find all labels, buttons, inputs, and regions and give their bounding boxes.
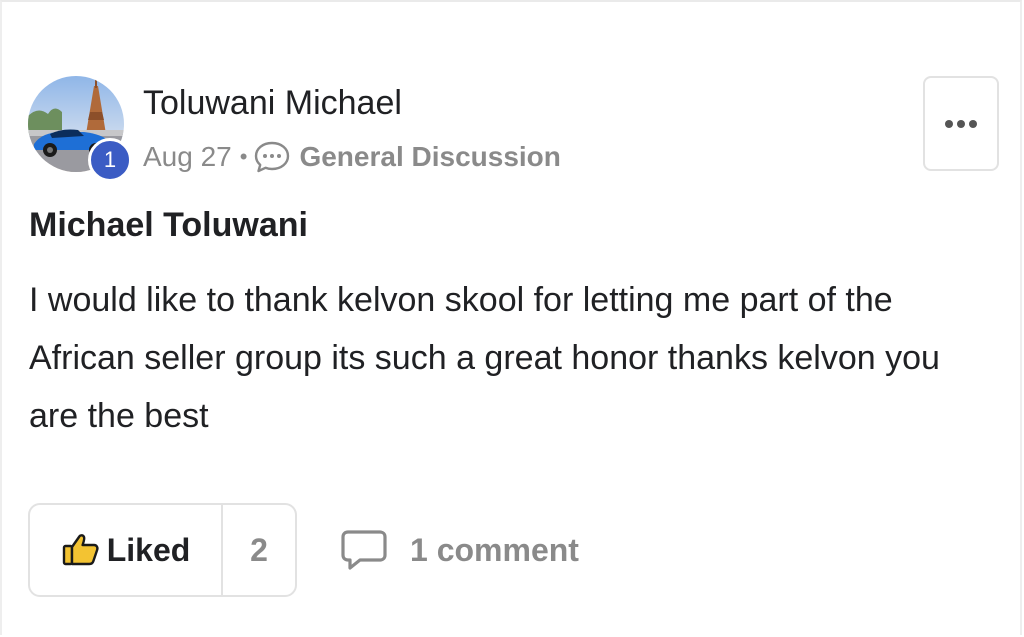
- thumbs-up-icon: [62, 534, 99, 566]
- post-category[interactable]: General Discussion: [299, 141, 560, 173]
- chat-bubble-icon: [255, 141, 290, 173]
- post-title[interactable]: Michael Toluwani: [29, 206, 308, 245]
- like-button[interactable]: Liked: [30, 505, 223, 595]
- author-name[interactable]: Toluwani Michael: [143, 84, 402, 123]
- level-badge: 1: [88, 138, 132, 182]
- comment-bubble-icon: [341, 530, 387, 570]
- post-body: I would like to thank kelvon skool for l…: [29, 281, 940, 435]
- like-label: Liked: [106, 531, 191, 568]
- comment-button[interactable]: 1 comment: [340, 524, 579, 576]
- post-card: 1 Toluwani Michael Aug 27 • General Disc…: [0, 0, 1022, 635]
- meta-separator: •: [239, 144, 248, 169]
- comment-count-label: 1 comment: [410, 531, 579, 568]
- like-count[interactable]: 2: [223, 505, 295, 595]
- more-options-button[interactable]: [923, 76, 999, 171]
- post-date[interactable]: Aug 27: [143, 141, 232, 173]
- like-group: Liked 2: [28, 503, 297, 597]
- more-horizontal-icon: [945, 119, 977, 128]
- post-meta: Aug 27 • General Discussion: [143, 139, 561, 175]
